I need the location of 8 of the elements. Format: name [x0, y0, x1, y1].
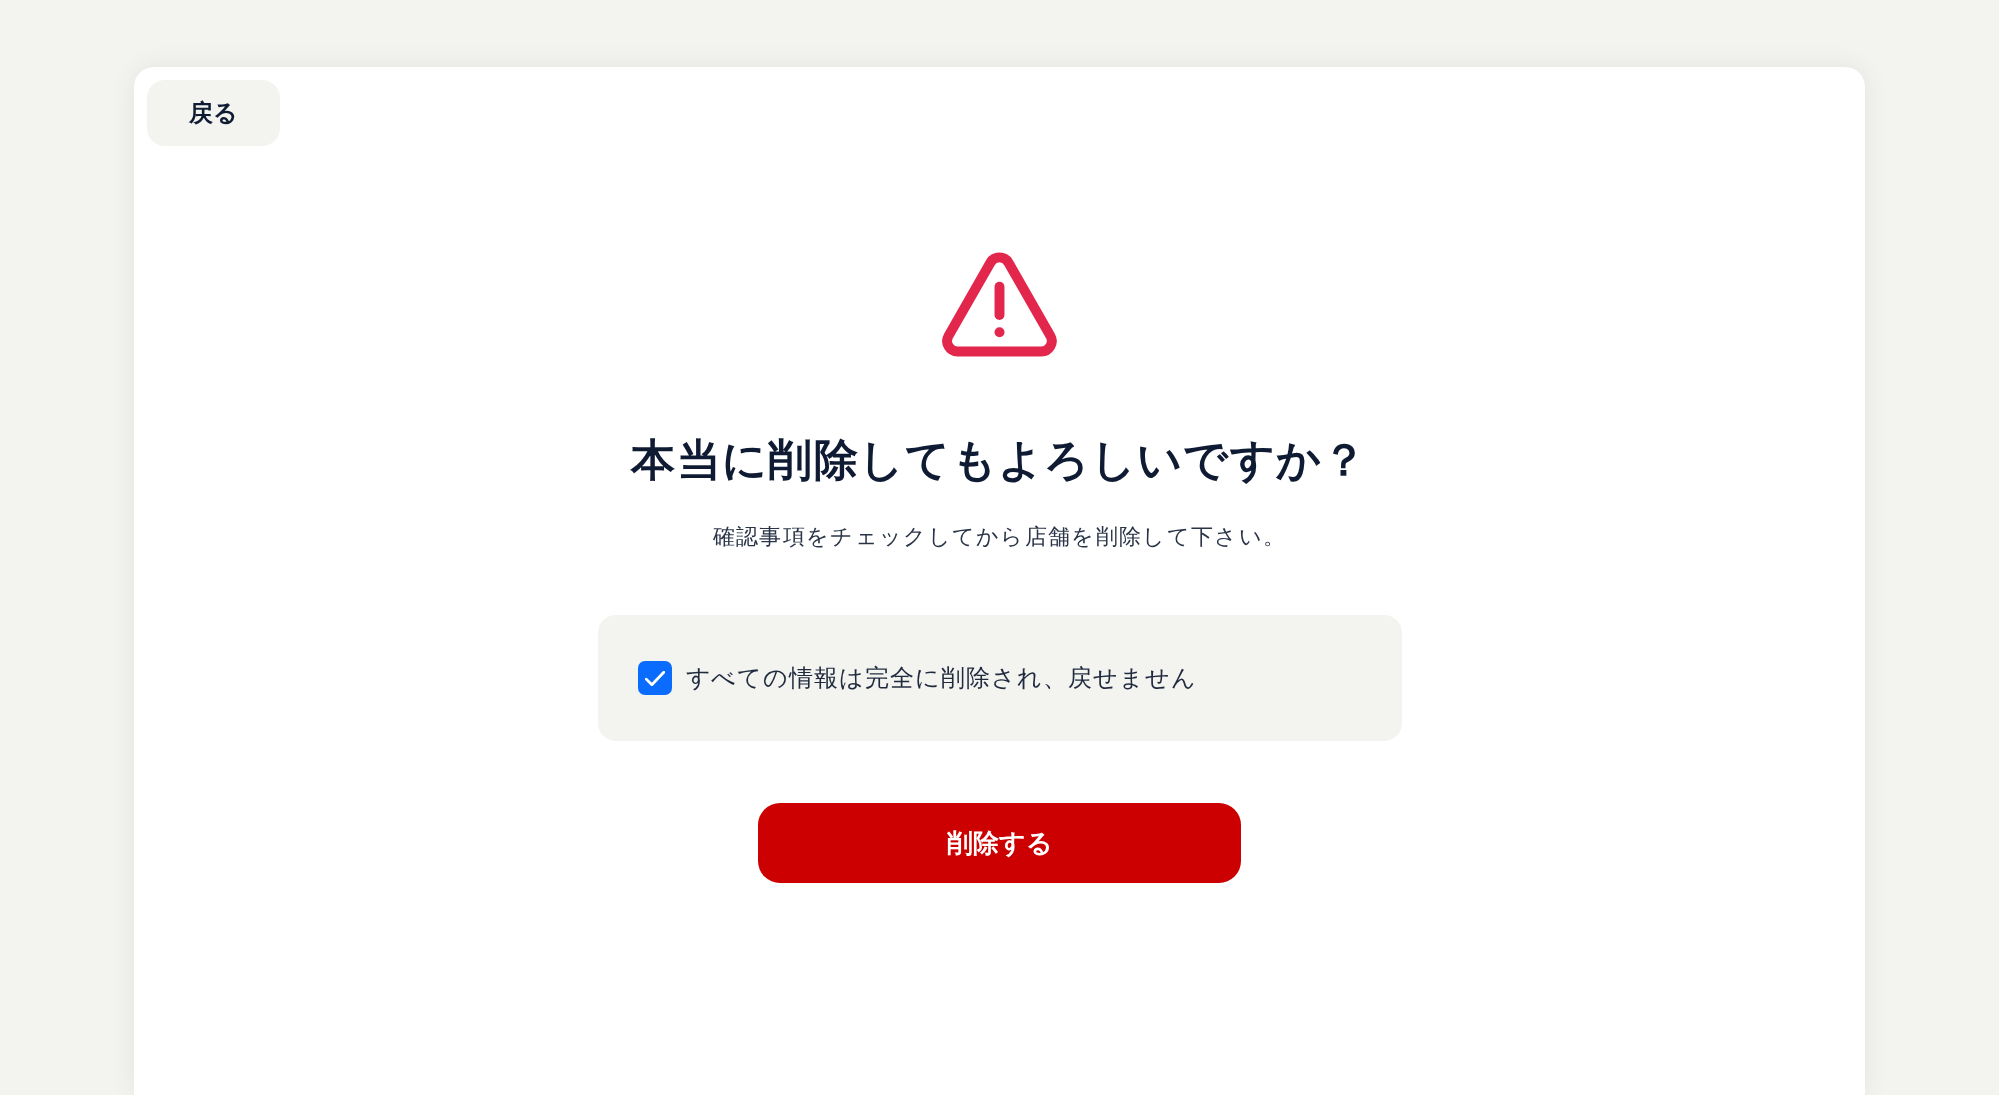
- back-button[interactable]: 戻る: [147, 80, 280, 146]
- dialog-description: 確認事項をチェックしてから店舗を削除して下さい。: [712, 523, 1287, 551]
- checkbox[interactable]: [637, 661, 672, 695]
- confirmation-label: すべての情報は完全に削除され、戻せません: [685, 663, 1197, 693]
- warning-icon: [942, 252, 1057, 357]
- dialog-title: 本当に削除してもよろしいですか？: [631, 434, 1368, 486]
- delete-button[interactable]: 削除する: [758, 803, 1241, 883]
- check-icon: [644, 670, 665, 686]
